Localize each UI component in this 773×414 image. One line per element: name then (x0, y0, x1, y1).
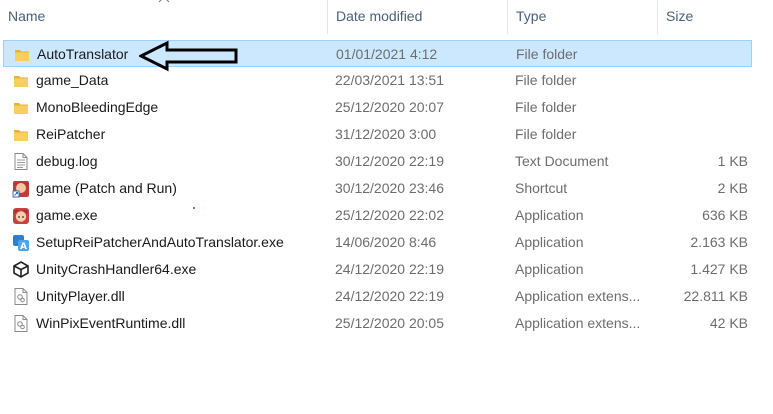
file-date-modified: 01/01/2021 4:12 (336, 46, 438, 62)
file-date-modified: 25/12/2020 20:05 (335, 315, 444, 331)
file-size (657, 94, 748, 121)
sort-ascending-icon (158, 0, 170, 3)
file-type: Application (515, 234, 584, 250)
file-date-modified: 24/12/2020 22:19 (335, 288, 444, 304)
file-type: Text Document (515, 153, 609, 169)
file-type: File folder (515, 72, 577, 88)
file-name: MonoBleedingEdge (36, 99, 159, 115)
file-row[interactable]: game.exe 25/12/2020 22:02 Application 636 K… (3, 202, 752, 229)
file-name: WinPixEventRuntime.dll (36, 315, 186, 331)
text-document-icon (11, 148, 31, 175)
column-header-size[interactable]: Size (657, 0, 753, 34)
file-type: Application extens... (515, 288, 641, 304)
game-shortcut-icon (11, 175, 31, 202)
translator-app-icon: A (11, 229, 31, 256)
file-size: 2 KB (717, 180, 748, 196)
column-header-type-label: Type (516, 8, 547, 24)
file-type: Application (515, 261, 584, 277)
file-size: 22.811 KB (683, 288, 748, 304)
file-date-modified: 25/12/2020 20:07 (335, 99, 444, 115)
file-row[interactable]: game_Data 22/03/2021 13:51 File folder (3, 67, 752, 94)
file-name: UnityCrashHandler64.exe (36, 261, 197, 277)
folder-icon (11, 94, 31, 121)
file-row[interactable]: game (Patch and Run) 30/12/2020 23:46 Shor… (3, 175, 752, 202)
file-date-modified: 22/03/2021 13:51 (335, 72, 444, 88)
column-header-date-label: Date modified (336, 8, 423, 24)
folder-icon (11, 67, 31, 94)
file-type: File folder (515, 99, 577, 115)
file-list-header: Name Date modified Type Size (0, 0, 773, 34)
file-date-modified: 31/12/2020 3:00 (335, 126, 437, 142)
file-size: 1 KB (717, 153, 748, 169)
file-name: game.exe (36, 207, 98, 223)
column-header-date-modified[interactable]: Date modified (327, 0, 507, 34)
file-row[interactable]: UnityPlayer.dll 24/12/2020 22:19 Applicati… (3, 283, 752, 310)
file-row[interactable]: ReiPatcher 31/12/2020 3:00 File folder (3, 121, 752, 148)
file-date-modified: 24/12/2020 22:19 (335, 261, 444, 277)
file-size (658, 41, 749, 68)
column-header-name[interactable]: Name (0, 0, 327, 34)
file-date-modified: 25/12/2020 22:02 (335, 207, 444, 223)
dll-icon (11, 310, 31, 337)
file-name: ReiPatcher (36, 126, 106, 142)
file-name: SetupReiPatcherAndAutoTranslator.exe (36, 234, 284, 250)
annotation-arrow-icon (139, 40, 238, 72)
folder-icon (12, 41, 32, 68)
file-type: File folder (516, 46, 578, 62)
file-name: debug.log (36, 153, 98, 169)
file-size: 42 KB (709, 315, 748, 331)
game-app-icon (11, 202, 31, 229)
file-date-modified: 30/12/2020 22:19 (335, 153, 444, 169)
file-name: game (Patch and Run) (36, 180, 177, 196)
file-size: 1.427 KB (690, 261, 748, 277)
file-type: Application extens... (515, 315, 641, 331)
dll-icon (11, 283, 31, 310)
svg-text:A: A (20, 242, 27, 252)
file-size: 2.163 KB (690, 234, 748, 250)
file-type: File folder (515, 126, 577, 142)
unity-icon (11, 256, 31, 283)
file-size (657, 67, 748, 94)
file-type: Application (515, 207, 584, 223)
file-size: 636 KB (702, 207, 748, 223)
file-name: UnityPlayer.dll (36, 288, 125, 304)
file-row[interactable]: MonoBleedingEdge 25/12/2020 20:07 File fol… (3, 94, 752, 121)
file-row[interactable]: A SetupReiPatcherAndAutoTranslator.exe 14/… (3, 229, 752, 256)
file-date-modified: 14/06/2020 8:46 (335, 234, 437, 250)
file-row[interactable]: UnityCrashHandler64.exe 24/12/2020 22:19 A… (3, 256, 752, 283)
stray-red-dot (193, 207, 195, 209)
file-row[interactable]: debug.log 30/12/2020 22:19 Text Document 1 … (3, 148, 752, 175)
folder-icon (11, 121, 31, 148)
file-type: Shortcut (515, 180, 568, 196)
column-header-size-label: Size (666, 8, 694, 24)
file-row[interactable]: AutoTranslator 01/01/2021 4:12 File folder (3, 40, 752, 67)
file-row[interactable]: WinPixEventRuntime.dll 25/12/2020 20:05 Ap… (3, 310, 752, 337)
column-header-name-label: Name (8, 8, 46, 24)
file-size (657, 121, 748, 148)
file-date-modified: 30/12/2020 23:46 (335, 180, 444, 196)
column-header-type[interactable]: Type (507, 0, 657, 34)
